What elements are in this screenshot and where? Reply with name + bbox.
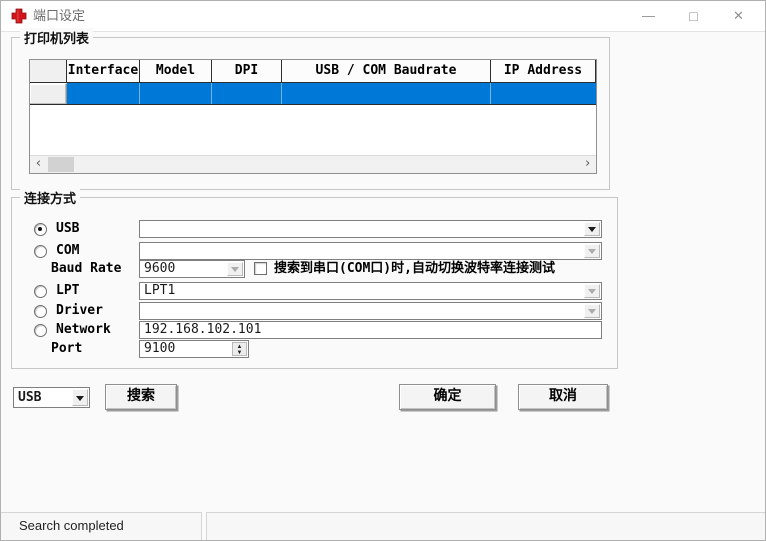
cancel-button[interactable]: 取消 — [518, 384, 608, 410]
com-combo[interactable] — [139, 242, 602, 260]
scroll-right-icon[interactable]: › — [579, 156, 596, 173]
port-settings-dialog: 端口设定 — □ ✕ 打印机列表 Interface Model DPI USB… — [0, 0, 766, 541]
column-header-interface[interactable]: Interface — [67, 60, 140, 82]
printer-list-group: 打印机列表 Interface Model DPI USB / COM Baud… — [11, 28, 610, 190]
driver-combo[interactable] — [139, 302, 602, 320]
title-bar: 端口设定 — □ ✕ — [1, 1, 765, 32]
dropdown-arrow-icon — [588, 249, 596, 254]
cell-interface[interactable] — [67, 83, 140, 104]
connection-group-label: 连接方式 — [20, 188, 81, 207]
network-radio[interactable] — [34, 324, 47, 337]
com-radio[interactable] — [34, 245, 47, 258]
driver-combo-dropdown[interactable] — [584, 304, 600, 318]
horizontal-scrollbar[interactable]: ‹ › — [30, 155, 596, 173]
lpt-radio[interactable] — [34, 285, 47, 298]
usb-combo-dropdown[interactable] — [584, 222, 600, 236]
port-spinner[interactable]: 9100 ▲ ▼ — [139, 340, 249, 358]
lpt-combo-dropdown[interactable] — [584, 284, 600, 298]
usb-combo[interactable] — [139, 220, 602, 238]
app-cross-icon — [11, 8, 27, 24]
column-header-dpi[interactable]: DPI — [212, 60, 282, 82]
status-bar: Search completed — [1, 512, 765, 540]
status-message: Search completed — [19, 518, 124, 533]
driver-radio-label[interactable]: Driver — [56, 302, 103, 320]
com-combo-dropdown[interactable] — [584, 244, 600, 258]
spin-down-icon[interactable]: ▼ — [233, 350, 246, 356]
baud-rate-combo-dropdown[interactable] — [227, 262, 243, 276]
scroll-left-icon[interactable]: ‹ — [30, 156, 47, 173]
network-radio-label[interactable]: Network — [56, 321, 111, 339]
printer-list-group-label: 打印机列表 — [20, 28, 94, 47]
dropdown-arrow-icon — [231, 267, 239, 272]
window-controls: — □ ✕ — [626, 1, 761, 31]
printer-table: Interface Model DPI USB / COM Baudrate I… — [29, 59, 597, 174]
dropdown-arrow-icon — [588, 309, 596, 314]
network-ip-input[interactable]: 192.168.102.101 — [139, 321, 602, 339]
printer-table-header: Interface Model DPI USB / COM Baudrate I… — [30, 60, 596, 83]
cell-dpi[interactable] — [212, 83, 282, 104]
dropdown-arrow-icon — [76, 395, 84, 401]
usb-radio[interactable] — [34, 223, 47, 236]
column-header-baudrate[interactable]: USB / COM Baudrate — [282, 60, 491, 82]
window-title: 端口设定 — [33, 8, 86, 23]
row-header-cell[interactable] — [30, 83, 67, 104]
cell-model[interactable] — [140, 83, 212, 104]
baud-rate-label: Baud Rate — [51, 261, 122, 276]
usb-radio-label[interactable]: USB — [56, 220, 79, 238]
dropdown-arrow-icon — [588, 227, 596, 232]
minimize-icon[interactable]: — — [626, 1, 671, 31]
column-header-rowselector[interactable] — [30, 60, 67, 82]
connection-method-group: 连接方式 USB COM Baud Rate 9600 搜索到串口(COM口)时… — [11, 188, 618, 369]
auto-baud-checkbox-label[interactable]: 搜索到串口(COM口)时,自动切换波特率连接测试 — [274, 260, 555, 278]
cell-ip-address[interactable] — [491, 83, 596, 104]
column-header-ip-address[interactable]: IP Address — [491, 60, 596, 82]
scrollbar-thumb[interactable] — [48, 157, 74, 172]
lpt-combo[interactable]: LPT1 — [139, 282, 602, 300]
auto-baud-checkbox[interactable] — [254, 262, 267, 275]
port-spin-buttons[interactable]: ▲ ▼ — [232, 342, 247, 356]
maximize-icon[interactable]: □ — [671, 1, 716, 31]
column-header-model[interactable]: Model — [140, 60, 212, 82]
port-label: Port — [51, 341, 83, 356]
lpt-radio-label[interactable]: LPT — [56, 282, 79, 300]
status-panel-secondary — [206, 512, 765, 540]
cell-baudrate[interactable] — [282, 83, 491, 104]
status-panel-message: Search completed — [1, 512, 202, 540]
ok-button[interactable]: 确定 — [399, 384, 496, 410]
search-button[interactable]: 搜索 — [105, 384, 177, 410]
interface-type-combo[interactable]: USB — [13, 387, 90, 408]
dropdown-arrow-icon — [588, 289, 596, 294]
interface-type-combo-dropdown[interactable] — [72, 389, 88, 406]
com-radio-label[interactable]: COM — [56, 242, 79, 260]
baud-rate-combo[interactable]: 9600 — [139, 260, 245, 278]
driver-radio[interactable] — [34, 305, 47, 318]
close-icon[interactable]: ✕ — [716, 1, 761, 31]
table-row-selected[interactable] — [30, 83, 596, 105]
